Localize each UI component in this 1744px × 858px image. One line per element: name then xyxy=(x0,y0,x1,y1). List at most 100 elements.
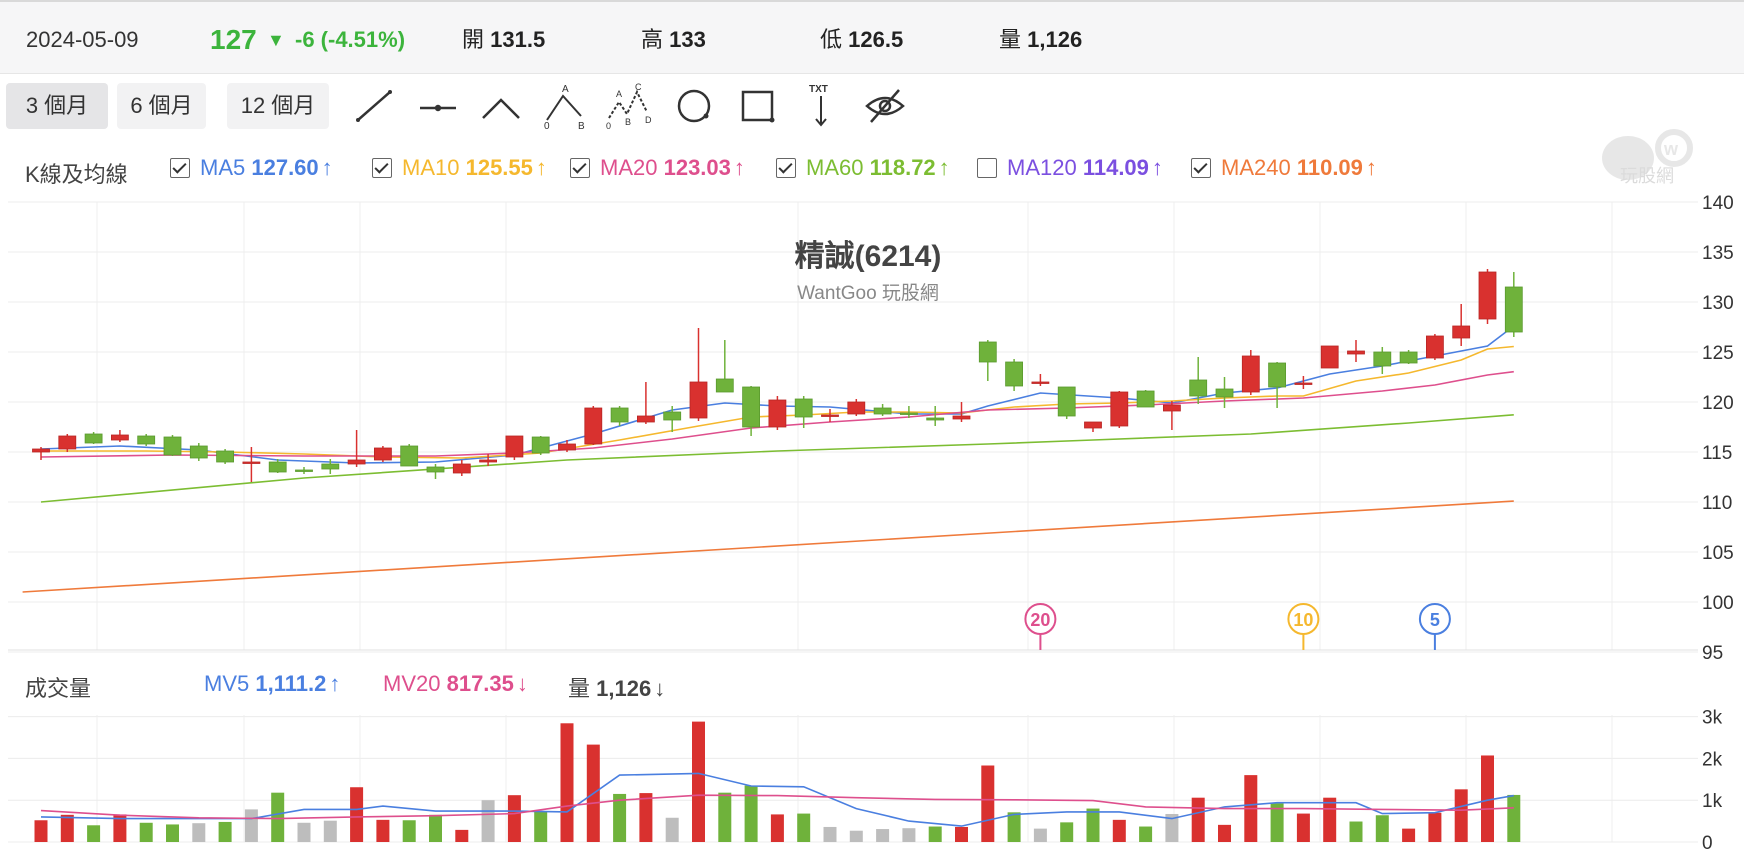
candle xyxy=(926,406,945,426)
volume-bar xyxy=(481,800,495,842)
candle-body xyxy=(479,459,498,463)
volume-bar xyxy=(1296,813,1310,842)
candle-body xyxy=(558,443,576,451)
volume-bar xyxy=(770,814,784,842)
candle-body xyxy=(584,407,603,445)
candle xyxy=(111,430,129,442)
candle-body xyxy=(216,450,235,463)
ma-line-ma5 xyxy=(40,325,1515,464)
candle xyxy=(1136,390,1155,408)
volume-bar xyxy=(1060,822,1074,842)
candle xyxy=(137,434,156,446)
candle-body xyxy=(1347,350,1365,355)
candle-body xyxy=(452,463,471,474)
volume-bar xyxy=(718,792,732,842)
volume-bar xyxy=(1428,812,1442,842)
candle xyxy=(373,446,392,462)
volume-bar xyxy=(1191,797,1205,842)
candle xyxy=(1110,391,1129,428)
candle-body xyxy=(58,435,77,450)
volume-bar xyxy=(244,809,258,842)
volume-bar xyxy=(981,765,995,842)
candle-body xyxy=(426,466,445,473)
candle-body xyxy=(242,461,261,464)
price-tick-label: 140 xyxy=(1702,193,1734,214)
candle xyxy=(189,443,208,461)
candle-body xyxy=(1241,355,1260,393)
volume-bar xyxy=(402,820,416,842)
candle-body xyxy=(742,386,760,428)
candle-body xyxy=(663,411,682,421)
candle xyxy=(1373,347,1392,374)
candle xyxy=(1347,340,1365,362)
candle xyxy=(531,436,550,455)
candle-body xyxy=(400,445,419,467)
volume-bar xyxy=(429,814,442,842)
candle-body xyxy=(373,447,392,461)
volume-bar xyxy=(744,785,758,842)
candle-body xyxy=(610,407,629,423)
candle xyxy=(1268,362,1286,408)
candle xyxy=(873,404,892,416)
candle xyxy=(1163,401,1181,430)
volume-bar xyxy=(823,826,837,842)
candle xyxy=(163,435,182,456)
volume-bar xyxy=(1349,821,1363,842)
candle xyxy=(715,340,734,393)
candle-body xyxy=(1031,381,1050,384)
price-tick-label: 95 xyxy=(1702,643,1723,664)
candle xyxy=(1215,377,1234,408)
candle xyxy=(268,459,287,473)
candle xyxy=(505,435,524,460)
candle-body xyxy=(321,463,340,470)
volume-bar xyxy=(1033,828,1047,842)
volume-bar xyxy=(797,813,811,842)
candle-body xyxy=(32,448,50,453)
price-tick-label: 135 xyxy=(1702,243,1734,264)
candle-body xyxy=(952,415,971,420)
volume-bar xyxy=(534,811,548,842)
candle xyxy=(1005,359,1023,391)
volume-bar xyxy=(955,826,968,842)
candle-body xyxy=(1426,335,1444,359)
candle xyxy=(637,382,655,424)
stock-chart-svg[interactable]: 140135130125120115110105100953k2k1k0精誠(6… xyxy=(0,0,1744,858)
candle-body xyxy=(295,469,313,472)
candle-body xyxy=(1189,379,1208,397)
candle xyxy=(1057,386,1076,419)
candle-body xyxy=(873,407,892,415)
candle xyxy=(347,430,366,467)
candle xyxy=(1478,269,1497,324)
candle xyxy=(978,340,997,381)
volume-bar xyxy=(1402,828,1416,842)
candle-body xyxy=(268,461,287,473)
candle-body xyxy=(1320,345,1339,369)
price-tick-label: 110 xyxy=(1702,493,1732,514)
candle xyxy=(1031,374,1050,386)
ma-marker-20: 20 xyxy=(1024,603,1057,650)
candle-body xyxy=(637,415,655,423)
candle-body xyxy=(847,401,866,415)
candle-body xyxy=(1005,361,1023,387)
candle-body xyxy=(1136,390,1155,408)
volume-tick-label: 2k xyxy=(1702,749,1723,770)
candle-body xyxy=(84,433,103,444)
candle-body xyxy=(1057,386,1076,417)
candle-body xyxy=(821,414,839,417)
ma-marker-10: 10 xyxy=(1287,603,1320,650)
candle xyxy=(32,447,50,460)
volume-bar xyxy=(692,721,705,842)
volume-tick-label: 0 xyxy=(1702,833,1713,854)
candle-body xyxy=(1452,325,1471,339)
volume-tick-label: 1k xyxy=(1702,791,1723,812)
volume-bar xyxy=(639,793,653,842)
candle-body xyxy=(1294,382,1313,385)
candle-body xyxy=(978,341,997,363)
volume-bar xyxy=(1086,808,1100,842)
price-tick-label: 105 xyxy=(1702,543,1734,564)
candle xyxy=(426,464,445,479)
candle xyxy=(452,460,471,476)
volume-bar xyxy=(665,817,679,842)
chart-title: 精誠(6214) xyxy=(795,240,942,273)
candle xyxy=(1320,345,1339,369)
